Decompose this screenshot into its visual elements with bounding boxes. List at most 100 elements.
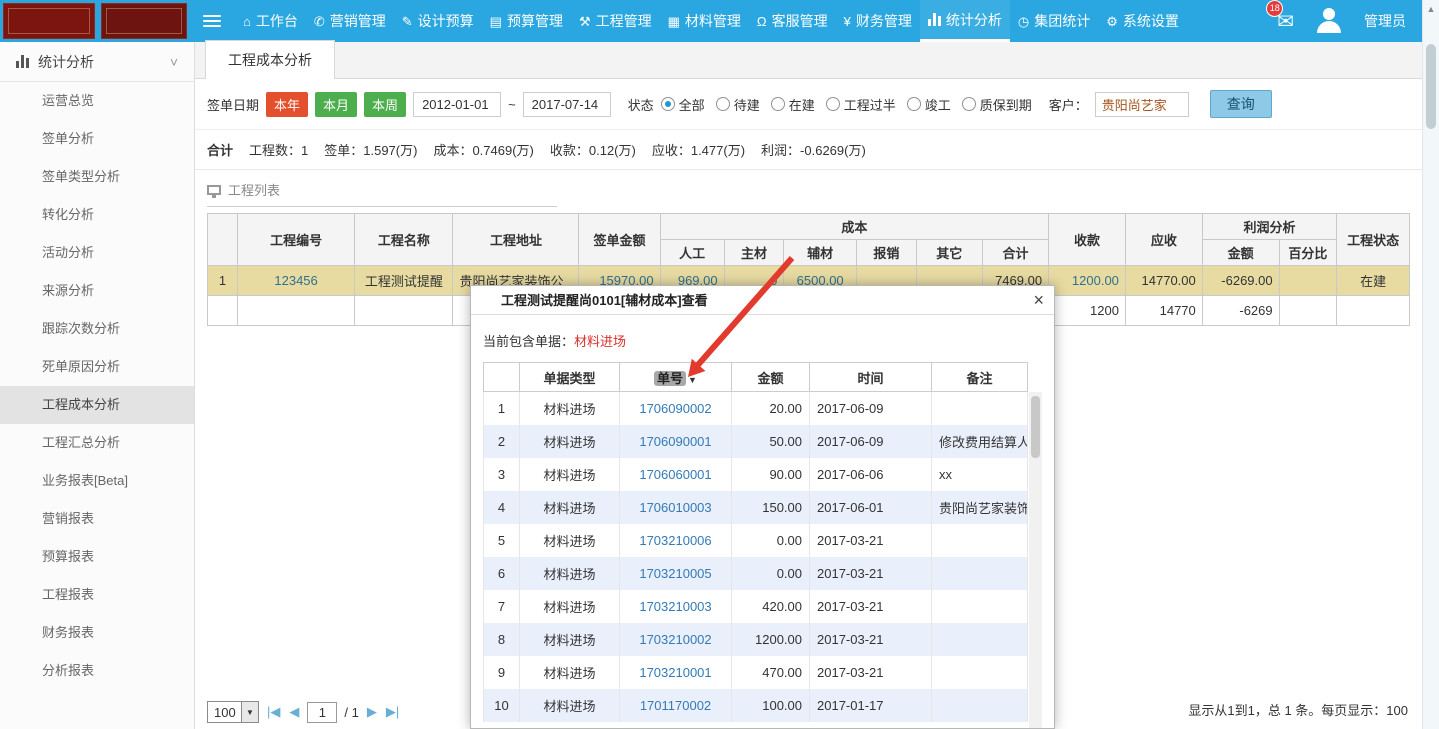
quick-filter-this-year[interactable]: 本年: [266, 92, 308, 117]
page-size-select[interactable]: 100 ▼: [207, 701, 259, 723]
modal-table-row[interactable]: 5 材料进场 1703210006 0.00 2017-03-21: [484, 524, 1028, 557]
modal-table-row[interactable]: 6 材料进场 1703210005 0.00 2017-03-21: [484, 557, 1028, 590]
nav-item-system-settings[interactable]: ⚙系统设置: [1098, 0, 1187, 42]
modal-col-time[interactable]: 时间: [810, 363, 932, 392]
next-page-button[interactable]: ▶: [367, 704, 377, 720]
sidebar-item-project-cost-analysis[interactable]: 工程成本分析: [0, 386, 194, 424]
nav-item-material-mgmt[interactable]: ▦材料管理: [660, 0, 749, 42]
cell-project-code[interactable]: 123456: [237, 266, 354, 296]
doc-number-link[interactable]: 1706010003: [620, 491, 732, 524]
doc-number-link[interactable]: 1703210001: [620, 656, 732, 689]
nav-item-budget-mgmt[interactable]: ▤预算管理: [482, 0, 571, 42]
col-header-profit-pct[interactable]: 百分比: [1279, 240, 1337, 266]
sidebar-item-sign-type-analysis[interactable]: 签单类型分析: [0, 158, 194, 196]
nav-item-design-budget[interactable]: ✎设计预算: [394, 0, 482, 42]
status-option-warranty-due[interactable]: 质保到期: [962, 95, 1032, 114]
nav-item-stats-analysis[interactable]: 统计分析: [920, 0, 1010, 42]
sidebar-item-dead-order-analysis[interactable]: 死单原因分析: [0, 348, 194, 386]
modal-scrollbar-thumb[interactable]: [1031, 396, 1040, 458]
col-header-labor[interactable]: 人工: [660, 240, 724, 266]
radio-icon[interactable]: [771, 97, 785, 111]
modal-table-row[interactable]: 10 材料进场 1701170002 100.00 2017-01-17: [484, 689, 1028, 722]
nav-item-workbench[interactable]: ⌂工作台: [235, 0, 306, 42]
nav-item-finance-mgmt[interactable]: ¥财务管理: [836, 0, 920, 42]
col-header-reimburse[interactable]: 报销: [856, 240, 916, 266]
nav-item-service-mgmt[interactable]: Ω客服管理: [749, 0, 836, 42]
status-option-completed[interactable]: 竣工: [907, 95, 951, 114]
modal-col-doc-number[interactable]: 单号▼: [620, 363, 732, 392]
doc-number-link[interactable]: 1706090001: [620, 425, 732, 458]
dropdown-arrow-icon[interactable]: ▼: [241, 702, 258, 722]
modal-col-amount[interactable]: 金额: [732, 363, 810, 392]
nav-item-group-stats[interactable]: ◷集团统计: [1010, 0, 1098, 42]
col-header-project-code[interactable]: 工程编号: [237, 214, 354, 266]
doc-number-header[interactable]: 单号: [654, 371, 686, 386]
sidebar-item-activity-analysis[interactable]: 活动分析: [0, 234, 194, 272]
col-header-other[interactable]: 其它: [916, 240, 982, 266]
sidebar-item-track-count-analysis[interactable]: 跟踪次数分析: [0, 310, 194, 348]
modal-scrollbar[interactable]: [1029, 392, 1042, 729]
nav-item-project-mgmt[interactable]: ⚒工程管理: [571, 0, 660, 42]
col-header-project-name[interactable]: 工程名称: [355, 214, 453, 266]
scrollbar-thumb[interactable]: [1426, 44, 1436, 129]
col-header-receivable[interactable]: 应收: [1125, 214, 1202, 266]
mail-icon[interactable]: ✉18: [1277, 9, 1294, 34]
modal-table-row[interactable]: 7 材料进场 1703210003 420.00 2017-03-21: [484, 590, 1028, 623]
col-header-profit-group[interactable]: 利润分析: [1202, 214, 1337, 240]
date-to-input[interactable]: 2017-07-14: [523, 92, 611, 117]
sidebar-item-conversion-analysis[interactable]: 转化分析: [0, 196, 194, 234]
modal-col-index[interactable]: [484, 363, 520, 392]
modal-table-row[interactable]: 8 材料进场 1703210002 1200.00 2017-03-21: [484, 623, 1028, 656]
radio-icon[interactable]: [826, 97, 840, 111]
modal-table-row[interactable]: 1 材料进场 1706090002 20.00 2017-06-09: [484, 392, 1028, 425]
radio-icon[interactable]: [661, 97, 675, 111]
col-header-project-address[interactable]: 工程地址: [453, 214, 579, 266]
modal-title-bar[interactable]: 工程测试提醒尚0101[辅材成本]查看 ×: [471, 286, 1054, 315]
status-option-pending[interactable]: 待建: [716, 95, 760, 114]
sidebar-item-budget-report[interactable]: 预算报表: [0, 538, 194, 576]
search-button[interactable]: 查询: [1210, 90, 1272, 118]
quick-filter-this-month[interactable]: 本月: [315, 92, 357, 117]
modal-table-row[interactable]: 3 材料进场 1706060001 90.00 2017-06-06 xx: [484, 458, 1028, 491]
modal-table-row[interactable]: 9 材料进场 1703210001 470.00 2017-03-21: [484, 656, 1028, 689]
status-option-all[interactable]: 全部: [661, 95, 705, 114]
sort-desc-icon[interactable]: ▼: [688, 375, 697, 385]
cell-received[interactable]: 1200.00: [1049, 266, 1126, 296]
doc-number-link[interactable]: 1703210006: [620, 524, 732, 557]
sidebar-item-finance-report[interactable]: 财务报表: [0, 614, 194, 652]
col-header-main-material[interactable]: 主材: [724, 240, 784, 266]
doc-number-link[interactable]: 1703210005: [620, 557, 732, 590]
user-avatar[interactable]: [1314, 6, 1344, 36]
status-option-in-progress[interactable]: 在建: [771, 95, 815, 114]
doc-number-link[interactable]: 1703210002: [620, 623, 732, 656]
radio-icon[interactable]: [716, 97, 730, 111]
col-header-received[interactable]: 收款: [1049, 214, 1126, 266]
sidebar-item-source-analysis[interactable]: 来源分析: [0, 272, 194, 310]
radio-icon[interactable]: [907, 97, 921, 111]
menu-icon[interactable]: [203, 12, 221, 30]
tab-project-cost-analysis[interactable]: 工程成本分析: [205, 40, 335, 79]
date-from-input[interactable]: 2012-01-01: [413, 92, 501, 117]
scrollbar-up-arrow[interactable]: ▲: [1423, 4, 1439, 14]
col-header-aux-material[interactable]: 辅材: [784, 240, 857, 266]
modal-col-doc-type[interactable]: 单据类型: [520, 363, 620, 392]
customer-input[interactable]: 贵阳尚艺家: [1095, 92, 1189, 117]
col-header-cost-group[interactable]: 成本: [660, 214, 1049, 240]
status-option-half-done[interactable]: 工程过半: [826, 95, 896, 114]
page-scrollbar[interactable]: ▲: [1422, 0, 1439, 729]
col-header-sign-amount[interactable]: 签单金额: [579, 214, 660, 266]
logo-image-1[interactable]: [3, 3, 95, 39]
doc-number-link[interactable]: 1706090002: [620, 392, 732, 425]
col-header-index[interactable]: [208, 214, 238, 266]
sidebar-item-business-report-beta[interactable]: 业务报表[Beta]: [0, 462, 194, 500]
sidebar-item-analysis-report[interactable]: 分析报表: [0, 652, 194, 690]
prev-page-button[interactable]: ◀: [289, 704, 299, 720]
sidebar-item-project-summary-analysis[interactable]: 工程汇总分析: [0, 424, 194, 462]
col-header-project-status[interactable]: 工程状态: [1337, 214, 1410, 266]
username-label[interactable]: 管理员: [1364, 11, 1406, 31]
doc-number-link[interactable]: 1703210003: [620, 590, 732, 623]
sidebar-item-marketing-report[interactable]: 营销报表: [0, 500, 194, 538]
logo-image-2[interactable]: [101, 3, 187, 39]
col-header-cost-total[interactable]: 合计: [982, 240, 1048, 266]
last-page-button[interactable]: ▶|: [386, 704, 399, 720]
